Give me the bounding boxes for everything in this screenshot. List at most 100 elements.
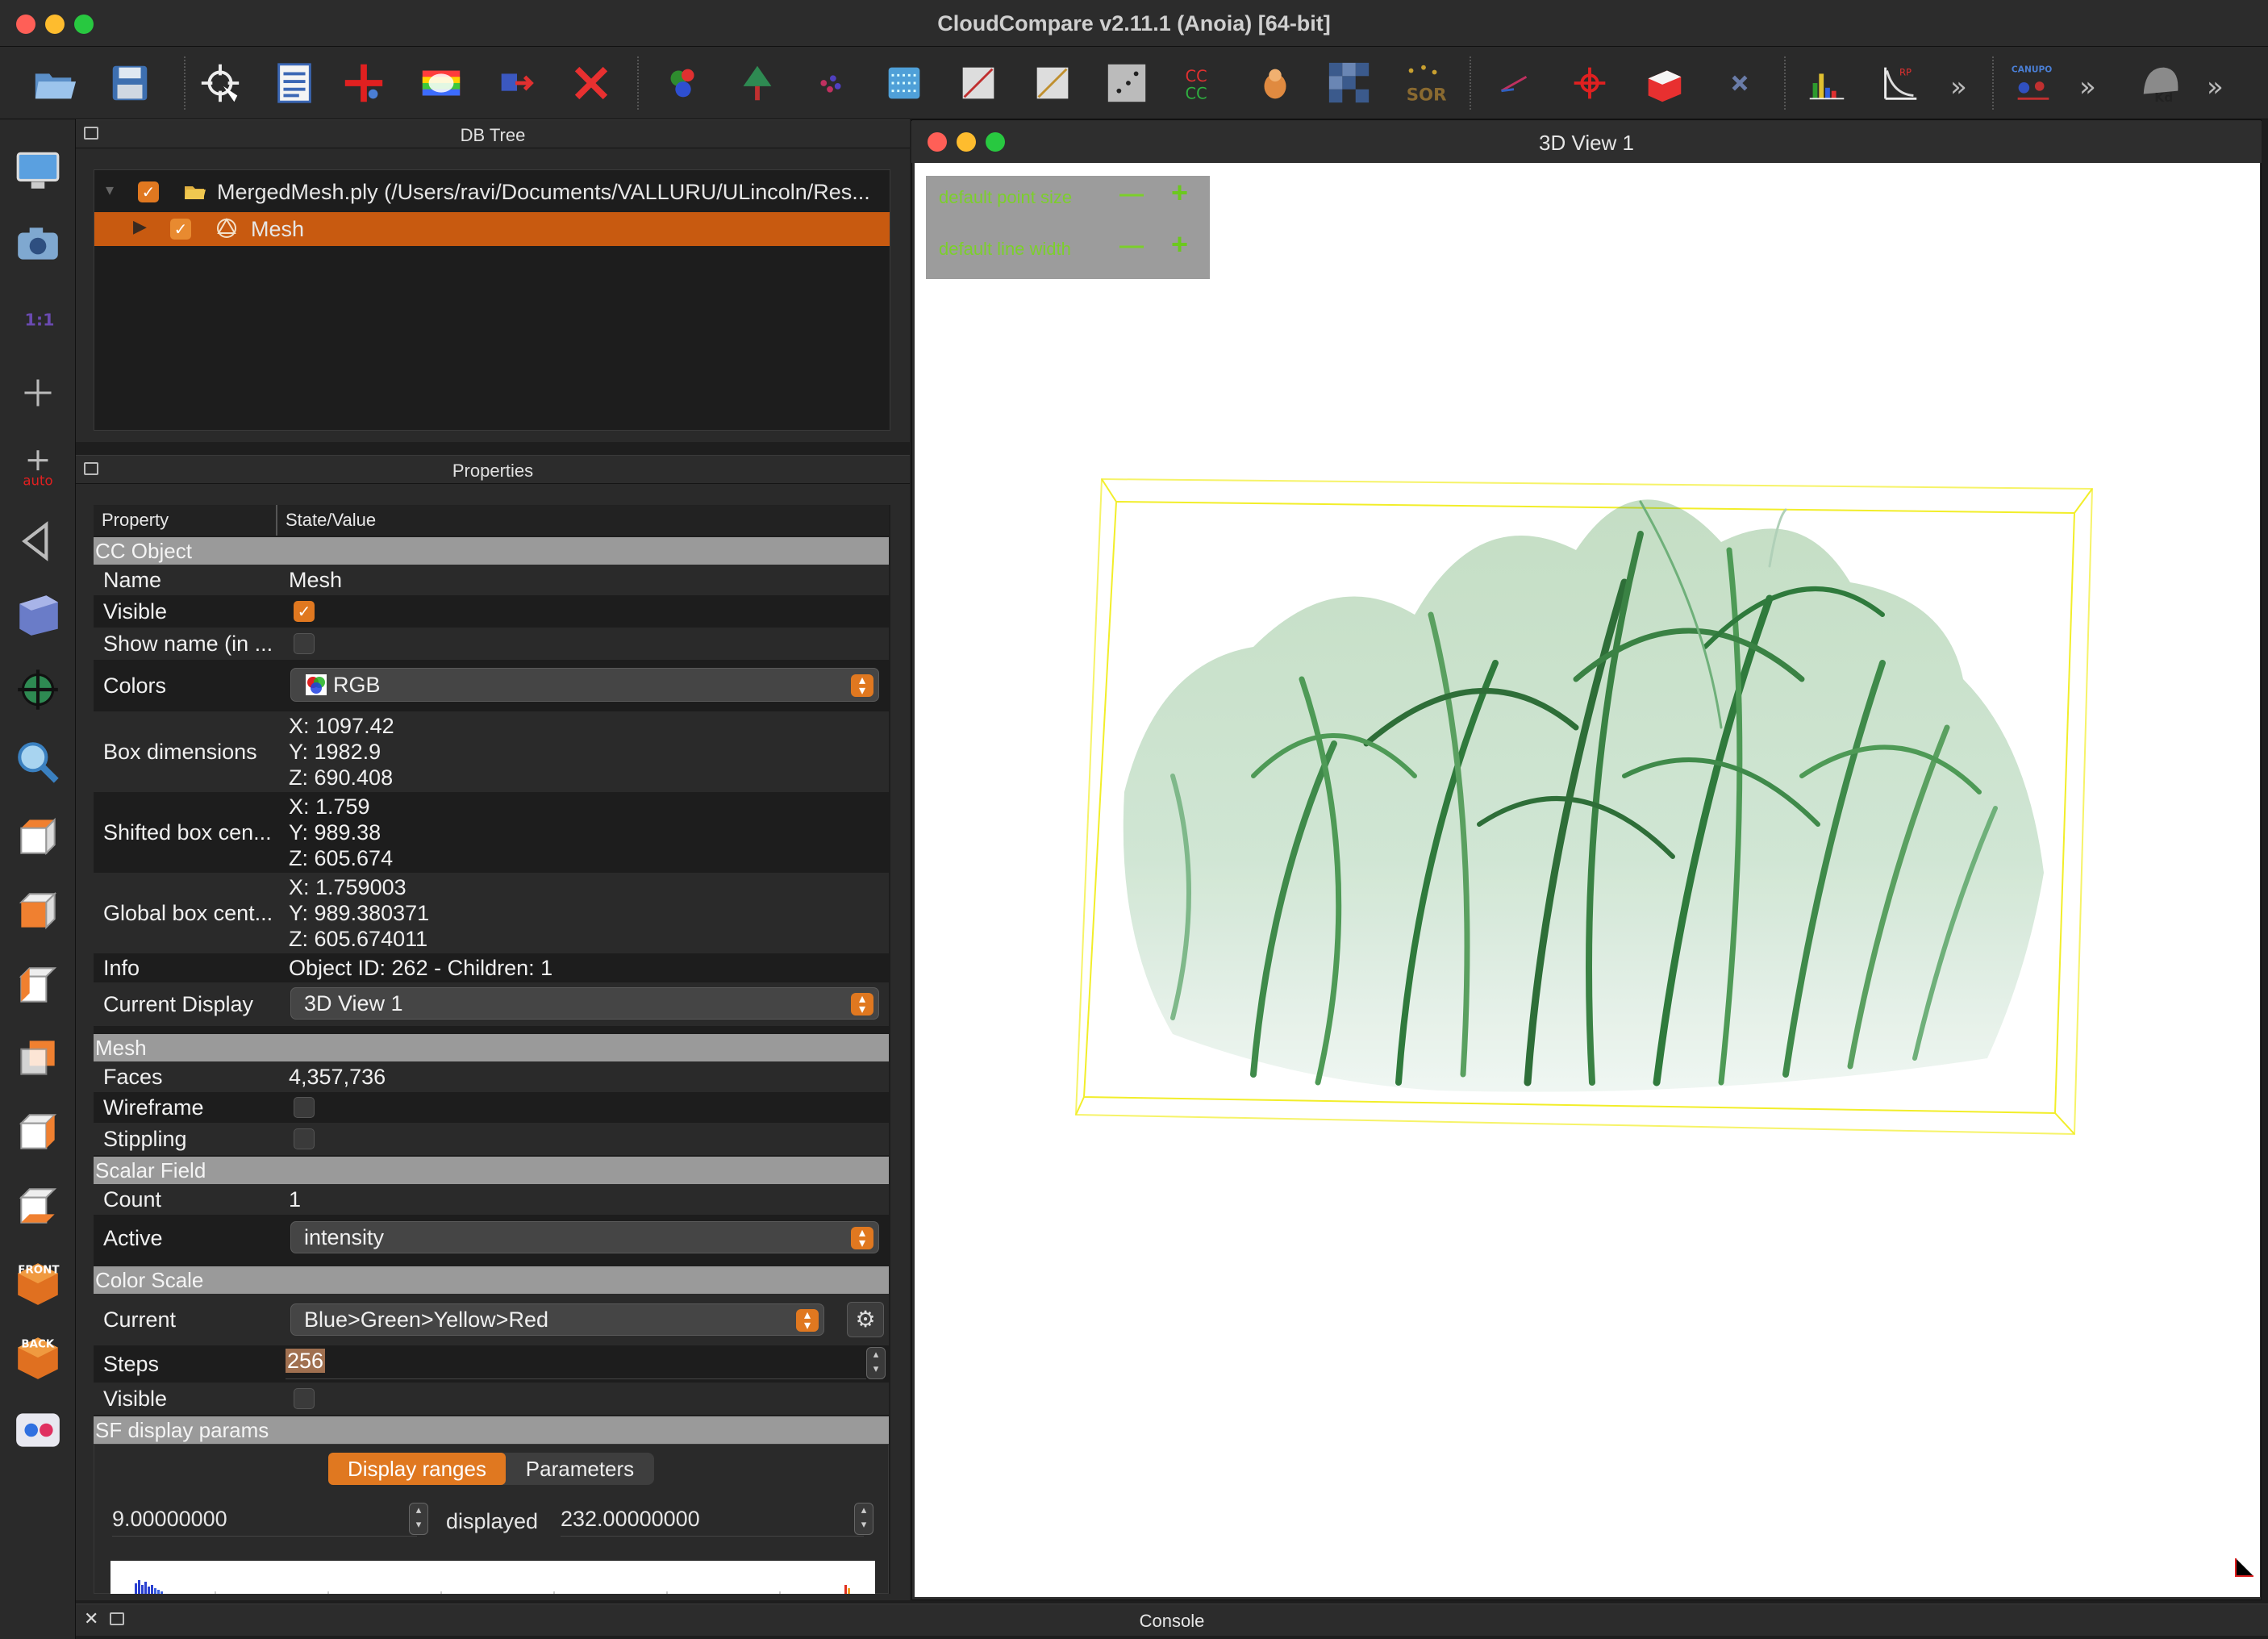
- console-dock-header: ✕ Console: [76, 1604, 2268, 1636]
- tree-item-mesh[interactable]: ▶ ✓ Mesh: [94, 212, 890, 246]
- cc-icon[interactable]: CC CC: [1176, 58, 1226, 108]
- tree-item-mergedmesh[interactable]: ▾ ✓ MergedMesh.ply (/Users/ravi/Document…: [94, 175, 890, 209]
- histogram-icon[interactable]: [1802, 58, 1852, 108]
- zoom-icon[interactable]: [11, 736, 65, 789]
- section-color-scale: Color Scale: [94, 1266, 889, 1294]
- more-plugins-icon[interactable]: »: [2079, 71, 2096, 103]
- subsample-icon[interactable]: [953, 58, 1003, 108]
- active-sf-select[interactable]: intensity ▴ ▾: [290, 1221, 879, 1253]
- color-scale-visible-checkbox[interactable]: [294, 1388, 315, 1409]
- display-icon[interactable]: [11, 144, 65, 197]
- prop-row-wireframe: Wireframe: [94, 1092, 889, 1123]
- colors-select[interactable]: RGB ▴ ▾: [290, 668, 879, 702]
- sf-histogram[interactable]: [110, 1561, 875, 1594]
- tree-item-checkbox[interactable]: ✓: [170, 219, 191, 240]
- merge-icon[interactable]: [658, 58, 708, 108]
- view-back-icon[interactable]: [11, 1031, 65, 1084]
- list-icon[interactable]: [269, 58, 319, 108]
- density-icon[interactable]: [1102, 58, 1152, 108]
- tab-parameters[interactable]: Parameters: [506, 1453, 654, 1485]
- range-min-input[interactable]: 9.00000000: [112, 1503, 417, 1537]
- view-right-icon[interactable]: [11, 1105, 65, 1158]
- prop-row-visible: Visible ✓: [94, 595, 889, 628]
- dbtree-panel: ▾ ✓ MergedMesh.ply (/Users/ravi/Document…: [94, 169, 890, 431]
- expand-arrow-icon[interactable]: ▶: [133, 217, 147, 237]
- view-left-icon[interactable]: [11, 958, 65, 1011]
- iso-front-icon[interactable]: FRONT: [11, 1255, 65, 1308]
- select-arrow-icon: ▴ ▾: [851, 674, 873, 697]
- cube-icon[interactable]: [1639, 58, 1689, 108]
- svg-text:BACK: BACK: [21, 1339, 54, 1351]
- sor-icon[interactable]: SOR: [1399, 58, 1449, 108]
- view-front-icon[interactable]: [11, 884, 65, 937]
- steps-spin-arrows[interactable]: ▴ ▾: [866, 1347, 886, 1379]
- more-tools-icon[interactable]: »: [1950, 71, 1967, 103]
- properties-dock-header: Properties: [76, 455, 910, 484]
- view3d-titlebar: 3D View 1: [911, 121, 2262, 163]
- tree-item-checkbox[interactable]: ✓: [138, 181, 159, 202]
- camera-icon[interactable]: [11, 218, 65, 271]
- curve-icon[interactable]: RP: [1874, 58, 1924, 108]
- gear-icon[interactable]: ⚙: [847, 1302, 884, 1337]
- sor-label: SOR: [1407, 85, 1447, 105]
- view3d-canvas[interactable]: default point size — + default line widt…: [915, 163, 2260, 1597]
- save-icon[interactable]: [105, 58, 155, 108]
- color-icon[interactable]: [416, 58, 466, 108]
- noise-icon[interactable]: [879, 58, 929, 108]
- section-sf-display-params: SF display params: [94, 1416, 889, 1444]
- kd-icon[interactable]: Kd: [2136, 58, 2186, 108]
- tab-display-ranges[interactable]: Display ranges: [328, 1453, 506, 1485]
- svg-text:FRONT: FRONT: [18, 1265, 60, 1277]
- range-min-spin-arrows[interactable]: ▴ ▾: [409, 1503, 428, 1535]
- more-tools-2-icon[interactable]: »: [2207, 71, 2224, 103]
- back-arrow-icon[interactable]: [11, 515, 65, 568]
- view-bottom-icon[interactable]: [11, 1179, 65, 1232]
- checker-icon[interactable]: [1324, 58, 1374, 108]
- delete-icon[interactable]: [566, 58, 616, 108]
- main-toolbar: CC CC SOR RP » CANUPO » Kd »: [0, 47, 2268, 119]
- cloudcompare-app: CloudCompare v2.11.1 (Anoia) [64-bit] CC…: [0, 0, 2268, 1639]
- show-name-checkbox[interactable]: [294, 633, 315, 654]
- pivot-icon[interactable]: [11, 663, 65, 716]
- crosshair-icon[interactable]: [11, 366, 65, 419]
- cloud-icon[interactable]: [805, 58, 855, 108]
- range-max-spin-arrows[interactable]: ▴ ▾: [854, 1503, 873, 1535]
- current-display-select[interactable]: 3D View 1 ▴ ▾: [290, 987, 879, 1020]
- cube-view-icon[interactable]: [11, 587, 65, 640]
- segment-icon[interactable]: [492, 58, 542, 108]
- sf-display-panel: Display ranges Parameters 9.00000000 ▴ ▾ …: [94, 1444, 889, 1594]
- iso-back-icon[interactable]: BACK: [11, 1329, 65, 1383]
- target-icon[interactable]: [1565, 58, 1615, 108]
- sample-icon[interactable]: [1028, 58, 1078, 108]
- point-picking-icon[interactable]: [195, 58, 245, 108]
- color-scale-select[interactable]: Blue>Green>Yellow>Red ▴ ▾: [290, 1303, 824, 1336]
- prop-row-active: Active intensity ▴ ▾: [94, 1215, 889, 1262]
- add-point-icon[interactable]: [339, 58, 389, 108]
- range-max-input[interactable]: 232.00000000: [561, 1503, 864, 1537]
- open-icon[interactable]: [29, 58, 79, 108]
- prop-row-stippling: Stippling: [94, 1123, 889, 1155]
- window-titlebar: CloudCompare v2.11.1 (Anoia) [64-bit]: [0, 0, 2268, 47]
- tree-icon[interactable]: [732, 58, 782, 108]
- view-top-icon[interactable]: [11, 810, 65, 863]
- properties-panel: Property State/Value CC Object Name Mesh…: [94, 505, 890, 1594]
- properties-title: Properties: [452, 461, 534, 481]
- col-header-value[interactable]: State/Value: [277, 505, 889, 536]
- wireframe-checkbox[interactable]: [294, 1097, 315, 1118]
- ratio-icon[interactable]: 1:1: [11, 292, 65, 345]
- cross-icon[interactable]: [1715, 58, 1765, 108]
- steps-spinbox[interactable]: 256: [286, 1349, 866, 1379]
- displayed-label: displayed: [446, 1509, 539, 1533]
- section-mesh: Mesh: [94, 1034, 889, 1061]
- col-header-property[interactable]: Property: [94, 505, 277, 536]
- scale-icon[interactable]: [1489, 58, 1539, 108]
- mesh-icon[interactable]: [1250, 58, 1300, 108]
- visible-checkbox[interactable]: ✓: [294, 601, 315, 622]
- auto-icon[interactable]: auto: [11, 442, 65, 495]
- svg-text:auto: auto: [23, 473, 52, 489]
- stereo-icon[interactable]: [11, 1403, 65, 1457]
- collapse-arrow-icon[interactable]: ▾: [106, 180, 114, 199]
- canupo-icon[interactable]: CANUPO: [2008, 58, 2058, 108]
- stippling-checkbox[interactable]: [294, 1128, 315, 1149]
- mesh-node-icon: [214, 215, 240, 241]
